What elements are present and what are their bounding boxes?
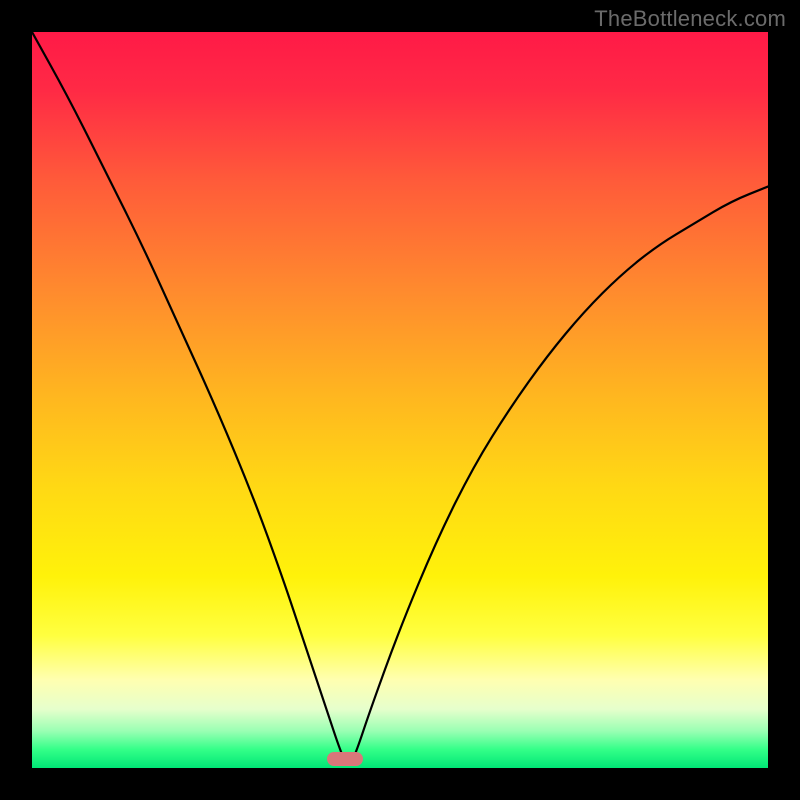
bottleneck-curve	[32, 32, 768, 768]
chart-frame: TheBottleneck.com	[0, 0, 800, 800]
watermark-label: TheBottleneck.com	[594, 6, 786, 32]
optimum-marker	[327, 752, 363, 766]
plot-area	[32, 32, 768, 768]
